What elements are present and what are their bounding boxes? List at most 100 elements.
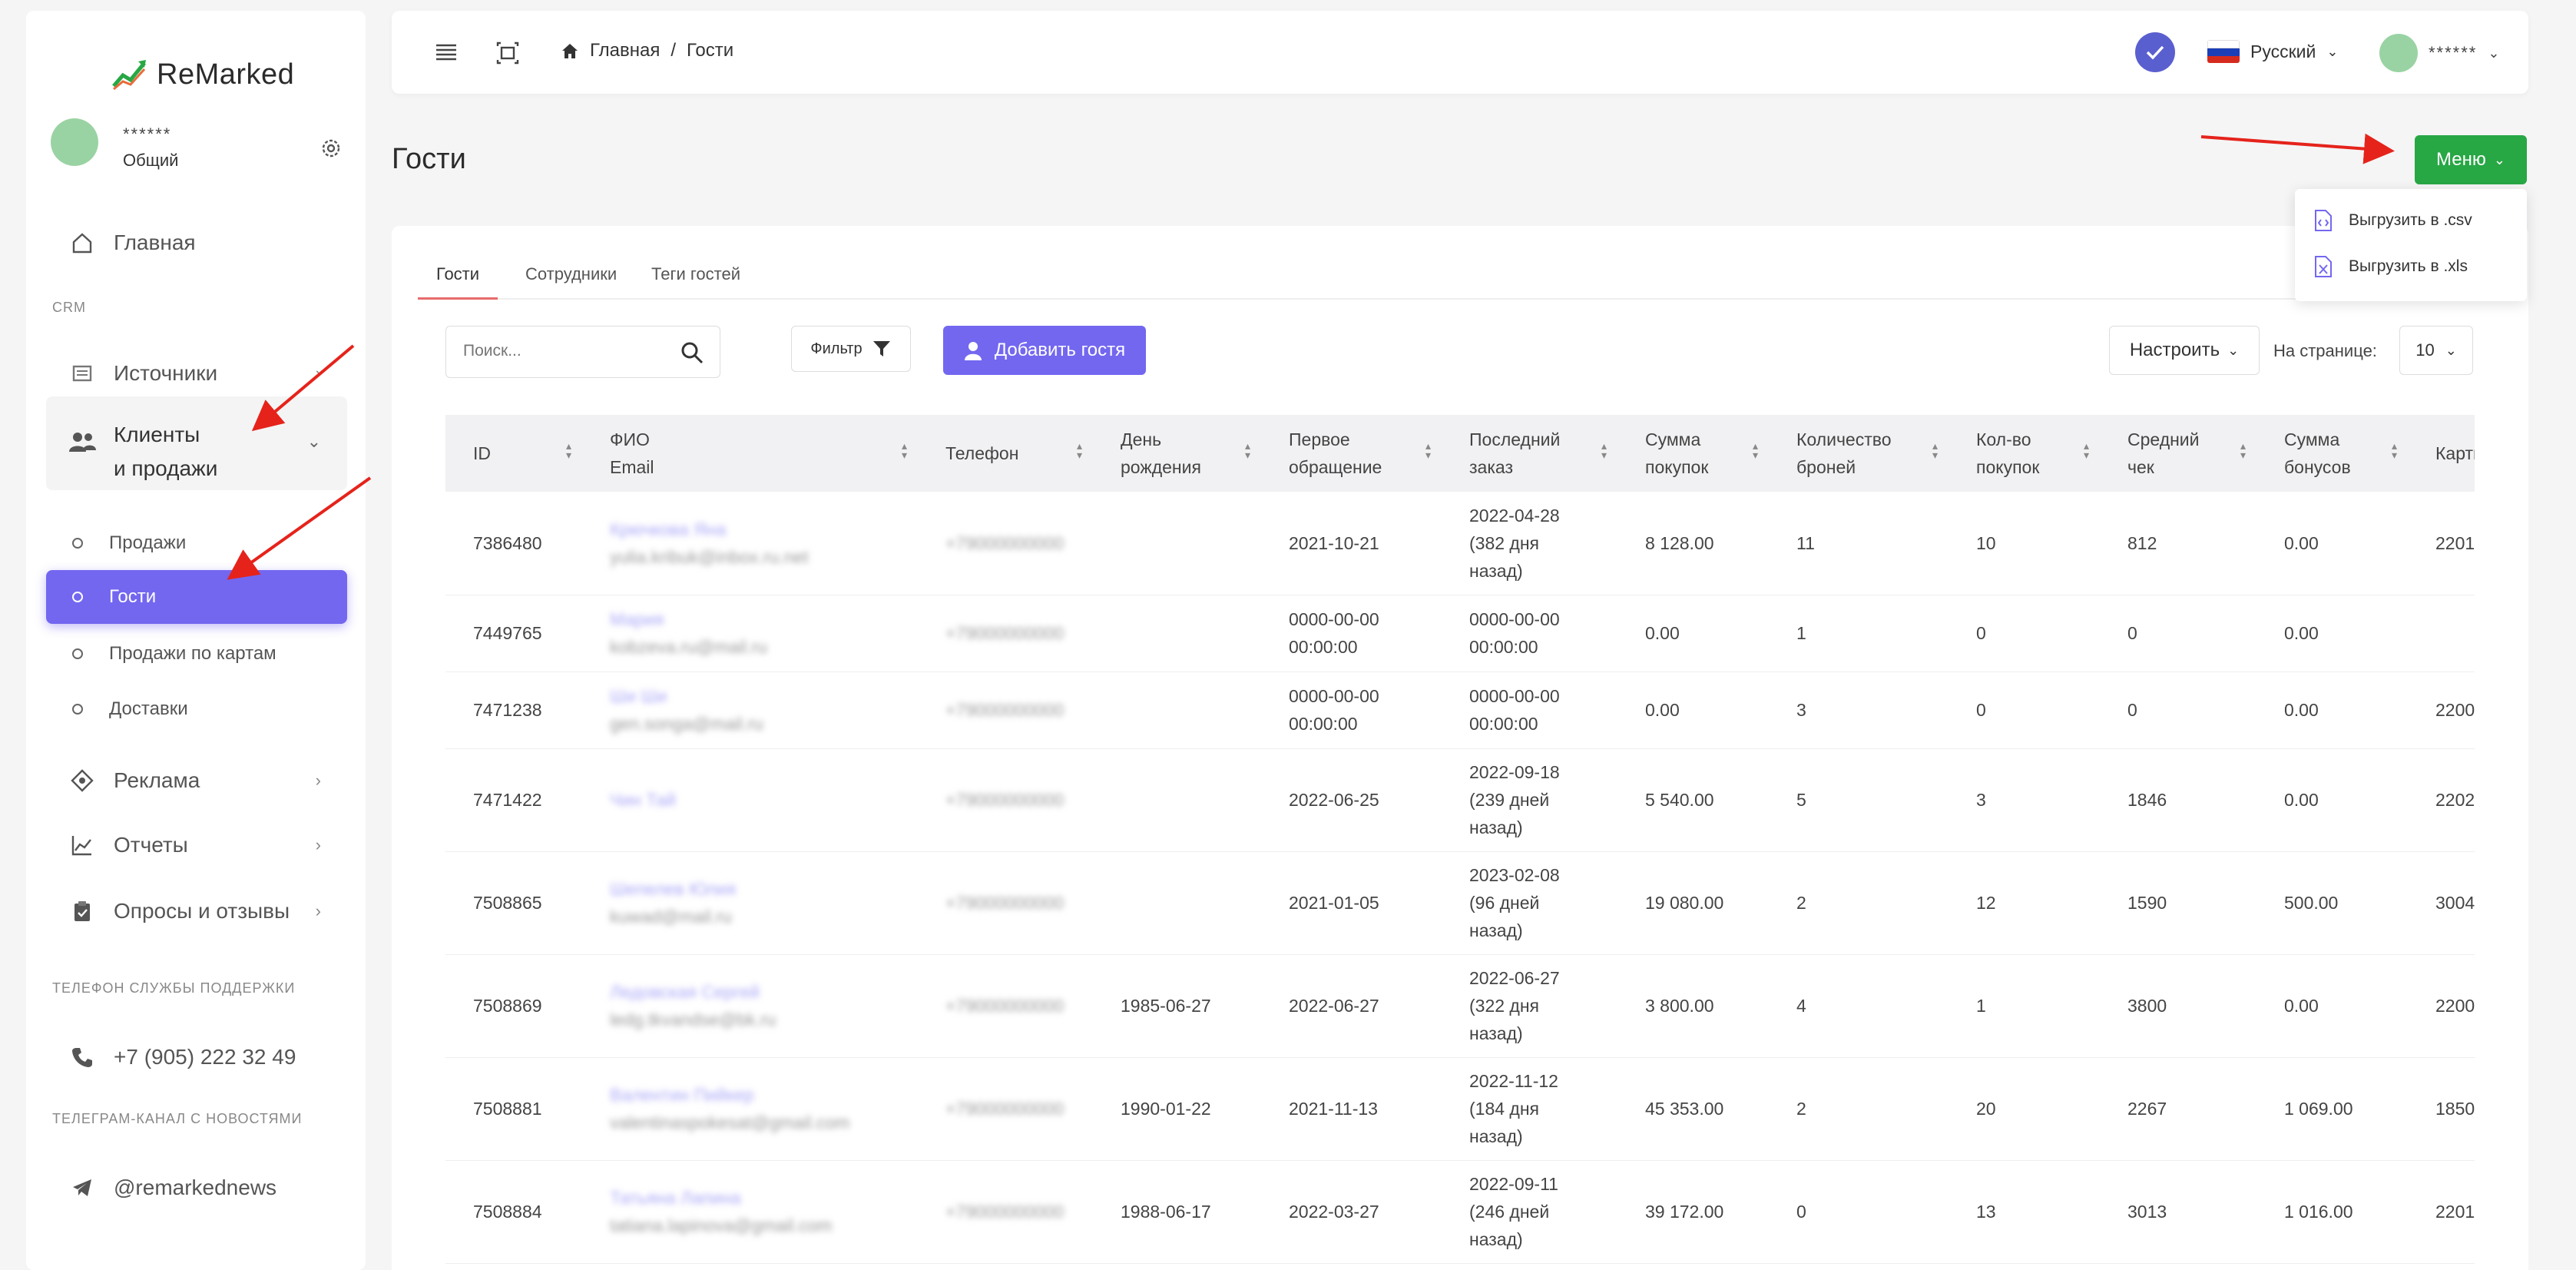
nav-reports[interactable]: Отчеты › <box>46 821 347 870</box>
column-header[interactable]: Последний заказ ▴ ▾ <box>1442 415 1617 492</box>
guest-name-link[interactable]: Татьяна Лапина <box>610 1184 918 1212</box>
tab-guests[interactable]: Гости <box>418 264 498 300</box>
tab-staff[interactable]: Сотрудники <box>525 264 617 300</box>
sort-icon[interactable]: ▴ ▾ <box>902 440 907 460</box>
column-header[interactable]: Первое обращение ▴ ▾ <box>1261 415 1442 492</box>
check-button[interactable] <box>2135 32 2175 72</box>
setup-button[interactable]: Настроить ⌄ <box>2109 326 2260 375</box>
export-csv-item[interactable]: Выгрузить в .csv <box>2313 209 2472 232</box>
menu-icon[interactable] <box>433 40 459 66</box>
language-selector[interactable]: Русский ⌄ <box>2207 40 2338 63</box>
sub-item-sales[interactable]: Продажи <box>46 516 347 570</box>
sort-icon[interactable]: ▴ ▾ <box>1425 440 1431 460</box>
guest-email: kuwad@mail.ru <box>610 907 732 927</box>
column-header-label: Email <box>610 457 654 477</box>
guest-phone: +79000000000 <box>945 790 1065 810</box>
column-header[interactable]: ID ▴ ▾ <box>445 415 582 492</box>
last-order-line: 00:00:00 <box>1469 637 1538 657</box>
header-user-menu[interactable]: ****** ⌄ <box>2379 34 2499 72</box>
cell-avg: 3013 <box>2100 1160 2256 1264</box>
telegram-link[interactable]: @remarkednews <box>46 1163 347 1212</box>
nav-reports-label: Отчеты <box>114 833 188 857</box>
sort-icon[interactable]: ▴ ▾ <box>1077 440 1082 460</box>
menu-button[interactable]: Меню ⌄ <box>2415 135 2527 184</box>
nav-sources[interactable]: Источники › <box>46 349 347 398</box>
column-header[interactable]: Карты <box>2408 415 2475 492</box>
table-row[interactable]: 7471422 Чин Тай +79000000000 2022-06-25 2022… <box>445 748 2475 852</box>
table-row[interactable]: 7449765 Мария kobzeva.ru@mail.ru +790000000… <box>445 595 2475 672</box>
telegram-icon <box>69 1175 95 1201</box>
breadcrumb-home[interactable]: Главная <box>590 40 660 61</box>
nav-surveys[interactable]: Опросы и отзывы › <box>46 887 347 936</box>
column-header[interactable]: Количество броней ▴ ▾ <box>1769 415 1949 492</box>
cell-avg: 2267 <box>2100 1057 2256 1161</box>
sort-icon[interactable]: ▴ ▾ <box>1245 440 1250 460</box>
column-header[interactable]: День рождения ▴ ▾ <box>1093 415 1261 492</box>
target-icon <box>69 768 95 794</box>
search-field[interactable] <box>445 326 720 378</box>
sub-item-guests[interactable]: Гости <box>46 570 347 624</box>
cell-sum: 19 080.00 <box>1617 851 1769 955</box>
guest-name-link[interactable]: Ледовская Сергей <box>610 978 918 1006</box>
nav-ads[interactable]: Реклама › <box>46 756 347 805</box>
column-header[interactable]: Средний чек ▴ ▾ <box>2100 415 2256 492</box>
chevron-right-icon: › <box>315 771 321 790</box>
sort-icon[interactable]: ▴ ▾ <box>2084 440 2089 460</box>
per-page-select[interactable]: 10 ⌄ <box>2399 326 2473 375</box>
sort-icon[interactable]: ▴ ▾ <box>2392 440 2397 460</box>
chevron-right-icon: › <box>315 835 321 854</box>
column-header-label: Телефон <box>945 443 1019 463</box>
add-guest-button[interactable]: Добавить гостя <box>943 326 1146 375</box>
support-phone[interactable]: +7 (905) 222 32 49 <box>46 1033 347 1082</box>
table-row[interactable]: 7508865 Шепелев Юлия kuwad@mail.ru +7900000… <box>445 851 2475 955</box>
cell-bookings: 4 <box>1769 954 1949 1058</box>
guest-name-link[interactable]: Валентин Пийкер <box>610 1081 918 1109</box>
brand-logo[interactable]: ReMarked <box>111 55 294 94</box>
search-input[interactable] <box>463 342 694 360</box>
table-row[interactable]: 7508884 Татьяна Лапина tatiana.lapinova@gm… <box>445 1160 2475 1264</box>
cell-id: 7508881 <box>445 1057 582 1161</box>
search-icon[interactable] <box>680 340 704 365</box>
table-row[interactable]: 7471238 Ши Ши gen.songa@mail.ru +7900000000… <box>445 671 2475 749</box>
file-excel-icon <box>2315 256 2332 277</box>
sort-icon[interactable]: ▴ ▾ <box>1932 440 1938 460</box>
sub-item-card-sales[interactable]: Продажи по картам <box>46 627 347 681</box>
cell-bookings: 11 <box>1769 492 1949 595</box>
table-row[interactable]: 7386480 Крючкова Яна yulia.kribuk@inbox.ru… <box>445 492 2475 595</box>
avatar[interactable] <box>51 118 98 166</box>
gear-icon[interactable] <box>320 137 343 160</box>
last-order-line: 2022-09-18 <box>1469 762 1560 782</box>
column-header[interactable]: Сумма бонусов ▴ ▾ <box>2256 415 2408 492</box>
sort-icon[interactable]: ▴ ▾ <box>566 440 571 460</box>
guest-name-link[interactable]: Шепелев Юлия <box>610 875 918 903</box>
chevron-down-icon: ⌄ <box>306 432 321 451</box>
sort-icon[interactable]: ▴ ▾ <box>1753 440 1758 460</box>
table-row[interactable]: 7508869 Ледовская Сергей ledg.tkvandse@bk.… <box>445 954 2475 1058</box>
column-header[interactable]: Кол-во покупок ▴ ▾ <box>1949 415 2100 492</box>
column-header-label: День <box>1121 429 1162 449</box>
last-order-line: (184 дня <box>1469 1099 1540 1119</box>
cell-avg: 0 <box>2100 595 2256 672</box>
cell-last-order: 2023-02-08 (96 дней назад) <box>1442 851 1617 955</box>
guest-name-link[interactable]: Крючкова Яна <box>610 516 918 543</box>
sub-item-delivery[interactable]: Доставки <box>46 682 347 736</box>
home-icon[interactable] <box>561 42 579 59</box>
column-header-label: бонусов <box>2284 457 2351 477</box>
column-header[interactable]: ФИО Email ▴ ▾ <box>582 415 918 492</box>
table-row[interactable]: 7508881 Валентин Пийкер valentinaspokesat@… <box>445 1057 2475 1161</box>
cell-id: 7471422 <box>445 748 582 852</box>
nav-clients[interactable]: Клиенты и продажи ⌄ <box>46 396 347 490</box>
column-header[interactable]: Телефон ▴ ▾ <box>918 415 1093 492</box>
filter-button[interactable]: Фильтр <box>791 326 911 372</box>
nav-home[interactable]: Главная <box>46 218 347 267</box>
guest-name-link[interactable]: Мария <box>610 605 918 633</box>
tab-guest-tags[interactable]: Теги гостей <box>651 264 740 300</box>
fullscreen-icon[interactable] <box>495 40 521 66</box>
cell-id: 7471238 <box>445 671 582 749</box>
guest-name-link[interactable]: Ши Ши <box>610 682 918 710</box>
export-xls-item[interactable]: Выгрузить в .xls <box>2313 255 2468 278</box>
guest-name-link[interactable]: Чин Тай <box>610 786 918 814</box>
column-header[interactable]: Сумма покупок ▴ ▾ <box>1617 415 1769 492</box>
sort-icon[interactable]: ▴ ▾ <box>1601 440 1607 460</box>
sort-icon[interactable]: ▴ ▾ <box>2240 440 2246 460</box>
